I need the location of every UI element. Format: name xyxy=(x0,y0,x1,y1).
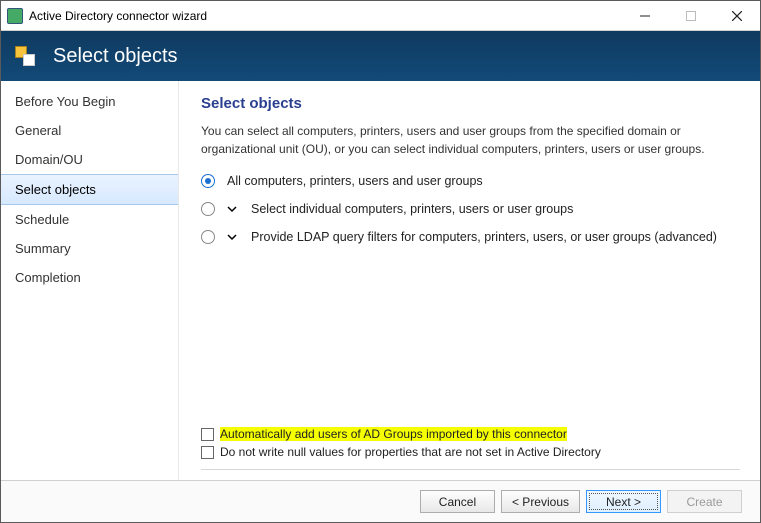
radio-label: Select individual computers, printers, u… xyxy=(251,202,573,216)
sidebar-item-before-you-begin[interactable]: Before You Begin xyxy=(1,87,178,116)
radio-group: All computers, printers, users and user … xyxy=(201,174,740,244)
radio-option-individual[interactable]: Select individual computers, printers, u… xyxy=(201,202,740,216)
chevron-down-icon[interactable] xyxy=(227,204,237,214)
bottom-options: Automatically add users of AD Groups imp… xyxy=(201,425,740,470)
app-icon xyxy=(7,8,23,24)
page-description: You can select all computers, printers, … xyxy=(201,122,740,158)
chevron-down-icon[interactable] xyxy=(227,232,237,242)
radio-option-ldap[interactable]: Provide LDAP query filters for computers… xyxy=(201,230,740,244)
sidebar-item-summary[interactable]: Summary xyxy=(1,234,178,263)
radio-label: All computers, printers, users and user … xyxy=(227,174,483,188)
checkbox-label: Do not write null values for properties … xyxy=(220,445,601,459)
close-button[interactable] xyxy=(714,1,760,30)
sidebar-item-completion[interactable]: Completion xyxy=(1,263,178,292)
previous-button[interactable]: < Previous xyxy=(501,490,580,513)
header-title: Select objects xyxy=(53,45,178,68)
checkbox-input[interactable] xyxy=(201,428,214,441)
radio-button[interactable] xyxy=(201,230,215,244)
maximize-button[interactable] xyxy=(668,1,714,30)
radio-button[interactable] xyxy=(201,174,215,188)
separator xyxy=(201,469,740,470)
sidebar-item-general[interactable]: General xyxy=(1,116,178,145)
radio-label: Provide LDAP query filters for computers… xyxy=(251,230,717,244)
next-button[interactable]: Next > xyxy=(586,490,661,513)
window-title: Active Directory connector wizard xyxy=(29,9,622,23)
step-sidebar: Before You Begin General Domain/OU Selec… xyxy=(1,81,179,480)
wizard-body: Before You Begin General Domain/OU Selec… xyxy=(1,81,760,480)
checkbox-input[interactable] xyxy=(201,446,214,459)
wizard-window: Active Directory connector wizard Select… xyxy=(0,0,761,523)
create-button: Create xyxy=(667,490,742,513)
header-logo-icon xyxy=(15,46,43,66)
content-panel: Select objects You can select all comput… xyxy=(179,81,760,480)
cancel-button[interactable]: Cancel xyxy=(420,490,495,513)
minimize-button[interactable] xyxy=(622,1,668,30)
checkbox-label: Automatically add users of AD Groups imp… xyxy=(220,427,567,441)
radio-option-all[interactable]: All computers, printers, users and user … xyxy=(201,174,740,188)
wizard-header: Select objects xyxy=(1,31,760,81)
titlebar: Active Directory connector wizard xyxy=(1,1,760,31)
sidebar-item-schedule[interactable]: Schedule xyxy=(1,205,178,234)
sidebar-item-select-objects[interactable]: Select objects xyxy=(1,174,178,205)
sidebar-item-domain-ou[interactable]: Domain/OU xyxy=(1,145,178,174)
page-heading: Select objects xyxy=(201,95,740,112)
checkbox-no-null-values[interactable]: Do not write null values for properties … xyxy=(201,443,740,461)
wizard-footer: Cancel < Previous Next > Create xyxy=(1,480,760,522)
window-controls xyxy=(622,1,760,30)
checkbox-auto-add-users[interactable]: Automatically add users of AD Groups imp… xyxy=(201,425,740,443)
radio-button[interactable] xyxy=(201,202,215,216)
